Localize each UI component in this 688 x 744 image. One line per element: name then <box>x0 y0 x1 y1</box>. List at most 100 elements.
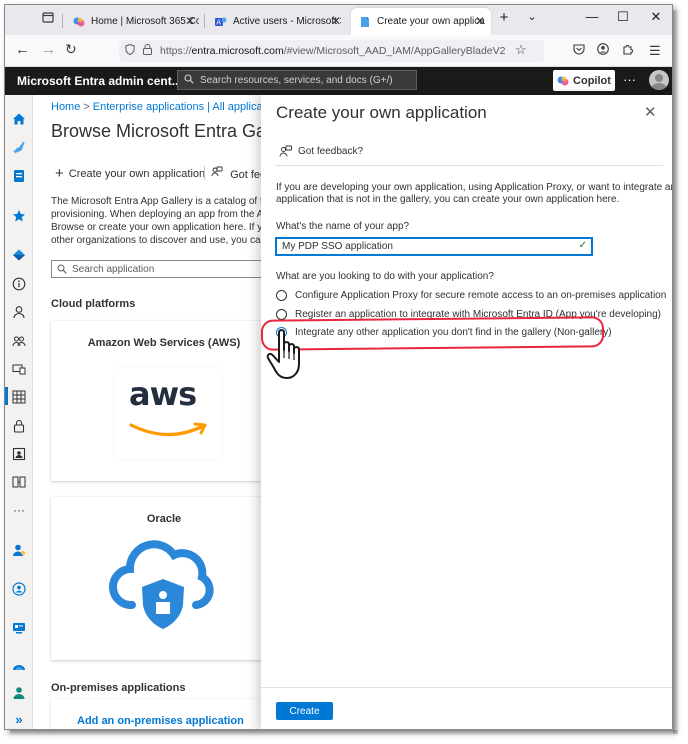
navigation-toolbar: ← → ↻ https://entra.microsoft.com/#view/… <box>5 35 672 67</box>
tab-overview-icon[interactable] <box>33 11 63 26</box>
close-window-icon[interactable]: ✕ <box>641 9 671 25</box>
close-tab-icon[interactable]: ✕ <box>185 14 195 28</box>
applications-grid-icon[interactable] <box>11 389 27 405</box>
diagnose-icon[interactable] <box>11 168 27 184</box>
menu-icon[interactable]: ☰ <box>649 43 661 59</box>
back-icon[interactable]: ← <box>15 41 30 58</box>
aws-card[interactable]: Amazon Web Services (AWS) aws <box>51 321 273 481</box>
account-icon[interactable] <box>597 43 609 58</box>
copilot-icon <box>557 75 569 87</box>
devices-icon[interactable] <box>11 361 27 377</box>
tab-microsoft-365-copilot[interactable]: Home | Microsoft 365 Copi ✕ <box>65 8 201 35</box>
portal-search-input[interactable]: Search resources, services, and docs (G+… <box>177 70 417 90</box>
learn-icon[interactable] <box>11 685 27 701</box>
close-icon[interactable]: ✕ <box>644 103 657 121</box>
option-application-proxy[interactable]: Configure Application Proxy for secure r… <box>276 290 666 301</box>
search-icon <box>184 73 194 87</box>
address-bar[interactable]: https://entra.microsoft.com/#view/Micros… <box>119 40 544 62</box>
maximize-icon[interactable]: ☐ <box>608 9 638 25</box>
governance-icon[interactable] <box>11 474 27 490</box>
aws-smile-icon <box>129 422 207 437</box>
description-line: Browse or create your own application he… <box>51 222 273 233</box>
search-placeholder: Search resources, services, and docs (G+… <box>200 74 393 86</box>
reload-icon[interactable]: ↻ <box>65 41 77 58</box>
breadcrumb-home[interactable]: Home <box>51 101 80 113</box>
divider <box>275 165 663 166</box>
lock-icon[interactable] <box>11 418 27 434</box>
create-button[interactable]: Create <box>276 702 333 720</box>
more-icon[interactable]: ··· <box>11 502 27 518</box>
radio-button[interactable] <box>276 309 287 320</box>
got-feedback-button[interactable]: Got feedback? <box>279 145 363 158</box>
admin-center-icon: A <box>215 16 227 28</box>
create-own-application-button[interactable]: + Create your own application <box>55 165 205 182</box>
whats-new-icon[interactable] <box>11 139 27 155</box>
tab-label: Create your own applicatio <box>377 16 485 27</box>
feedback-icon <box>211 166 226 181</box>
tab-label: Active users - Microsoft 36 <box>233 16 341 27</box>
add-on-premises-application-link[interactable]: Add an on-premises application <box>77 715 244 727</box>
breadcrumb: Home > Enterprise applications | All appli… <box>51 101 273 113</box>
intro-line: application that is not in the gallery, … <box>276 194 620 205</box>
pocket-icon[interactable] <box>573 43 585 58</box>
groups-icon[interactable] <box>11 333 27 349</box>
info-icon[interactable] <box>11 276 27 292</box>
portal-header: Microsoft Entra admin cent... Search res… <box>5 67 672 95</box>
url-host: entra.microsoft.com <box>191 45 284 57</box>
entra-icon <box>359 16 371 28</box>
identity-icon[interactable] <box>11 247 27 263</box>
feedback-button[interactable]: Got fee <box>211 166 266 181</box>
description-line: other organizations to discover and use,… <box>51 235 273 246</box>
permissions-icon[interactable] <box>11 620 27 636</box>
more-options-icon[interactable]: ··· <box>623 72 636 87</box>
intro-line: If you are developing your own applicati… <box>276 182 673 193</box>
card-title: Oracle <box>146 513 182 525</box>
portal-title[interactable]: Microsoft Entra admin cent... <box>17 74 182 88</box>
breadcrumb-enterprise-applications[interactable]: Enterprise applications | All applicatio <box>93 101 273 113</box>
verified-id-icon[interactable] <box>11 581 27 597</box>
shield-icon <box>125 43 135 58</box>
cloud-platforms-heading: Cloud platforms <box>51 298 136 310</box>
hand-pointer-cursor-icon <box>265 328 307 387</box>
radio-button[interactable] <box>276 290 287 301</box>
tab-active-users[interactable]: A Active users - Microsoft 36 ✕ <box>207 8 347 35</box>
home-icon[interactable] <box>11 111 27 127</box>
user-settings-icon[interactable] <box>11 542 27 558</box>
panel-title: Create your own application <box>276 103 487 122</box>
chevron-down-icon[interactable]: ⌄ <box>517 10 547 23</box>
minimize-icon[interactable]: — <box>577 9 607 24</box>
avatar[interactable] <box>649 70 669 90</box>
lock-icon <box>143 44 152 58</box>
search-icon <box>57 264 67 274</box>
search-application-input[interactable]: Search application <box>51 260 273 278</box>
tab-create-your-own-application[interactable]: Create your own applicatio ✕ <box>351 8 491 35</box>
forward-icon[interactable]: → <box>41 41 56 58</box>
new-tab-icon[interactable]: + <box>489 9 519 26</box>
tab-strip: Home | Microsoft 365 Copi ✕ A Active use… <box>5 5 672 35</box>
bookmark-star-icon[interactable]: ☆ <box>515 42 527 58</box>
browser-window: Home | Microsoft 365 Copi ✕ A Active use… <box>4 4 673 730</box>
breadcrumb-separator: > <box>83 101 90 113</box>
on-premises-heading: On-premises applications <box>51 682 186 694</box>
favorites-star-icon[interactable] <box>11 208 27 224</box>
oracle-card[interactable]: Oracle <box>51 497 273 660</box>
close-tab-icon[interactable]: ✕ <box>331 14 341 28</box>
aws-logo-text: aws <box>129 375 197 413</box>
id-card-icon[interactable] <box>11 446 27 462</box>
create-own-label: Create your own application <box>68 167 206 180</box>
expand-chevron-icon[interactable]: » <box>11 711 27 727</box>
close-tab-icon[interactable]: ✕ <box>475 14 485 28</box>
rail-active-indicator <box>5 387 8 405</box>
app-name-input[interactable]: My PDP SSO application ✓ <box>275 237 593 256</box>
global-secure-access-icon[interactable] <box>11 659 27 675</box>
left-navigation-rail: ··· » <box>5 95 33 729</box>
copilot-button[interactable]: Copilot <box>553 70 615 91</box>
user-icon[interactable] <box>11 304 27 320</box>
feedback-label: Got feedback? <box>298 146 364 157</box>
panel-intro-text: If you are developing your own applicati… <box>276 182 673 206</box>
extensions-icon[interactable] <box>622 43 634 58</box>
tab-label: Home | Microsoft 365 Copi <box>91 16 199 27</box>
option-label: Configure Application Proxy for secure r… <box>295 290 667 301</box>
create-application-panel: Create your own application ✕ Got feedba… <box>261 95 673 729</box>
svg-text:A: A <box>216 18 221 26</box>
